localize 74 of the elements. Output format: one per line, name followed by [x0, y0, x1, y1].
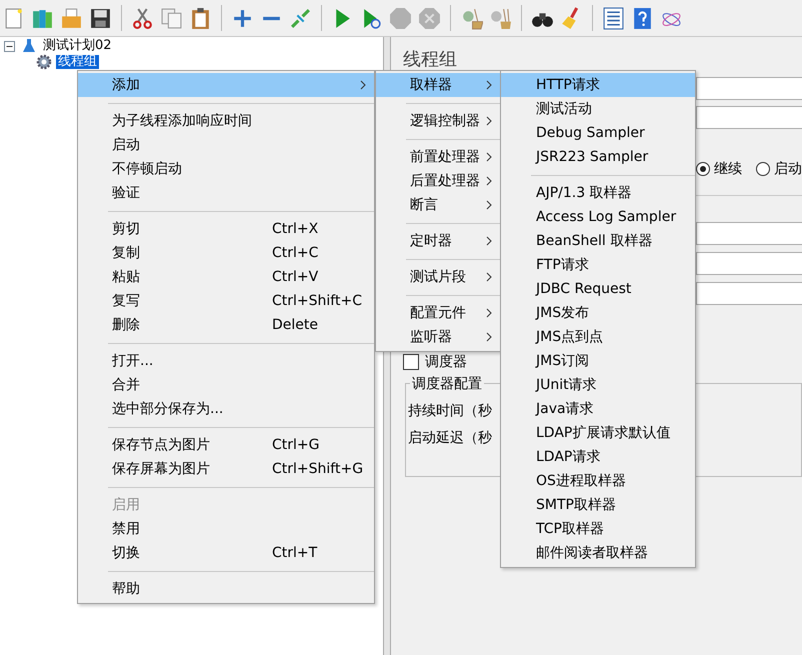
shutdown-icon[interactable]	[418, 6, 441, 30]
menu-item[interactable]: 验证	[78, 181, 374, 205]
menu-item[interactable]: 定时器	[376, 229, 500, 253]
menu-item[interactable]: 监听器	[376, 325, 500, 349]
toggle-icon[interactable]	[289, 6, 312, 30]
menu-item[interactable]: Java请求	[501, 397, 695, 421]
menu-item[interactable]: 切换 Ctrl+T	[78, 541, 374, 565]
menu-item[interactable]: 配置元件	[376, 301, 500, 325]
menu-item[interactable]: 断言	[376, 193, 500, 217]
menu-item[interactable]: JMS订阅	[501, 349, 695, 373]
menu-item[interactable]: 后置处理器	[376, 169, 500, 193]
menu-item[interactable]: 取样器	[376, 73, 500, 97]
menu-item[interactable]: OS进程取样器	[501, 469, 695, 493]
menu-item[interactable]: HTTP请求	[501, 73, 695, 97]
open-folder-icon[interactable]	[60, 6, 83, 30]
menu-item[interactable]: 邮件阅读者取样器	[501, 541, 695, 565]
menu-item[interactable]: 合并	[78, 373, 374, 397]
cut-icon[interactable]	[131, 6, 154, 30]
paste-icon[interactable]	[189, 6, 212, 30]
field-label: 持续时间（秒	[408, 402, 492, 420]
checkbox-label: 调度器	[425, 353, 467, 371]
tree-item[interactable]: 测试计划02	[41, 39, 114, 53]
group-title: 调度器配置	[410, 375, 484, 393]
checkbox[interactable]	[403, 354, 419, 370]
radio-option[interactable]: 启动	[756, 160, 802, 178]
menu-item[interactable]: 删除 Delete	[78, 313, 374, 337]
menu-item[interactable]: BeanShell 取样器	[501, 229, 695, 253]
menu-item[interactable]: 禁用	[78, 517, 374, 541]
menu-item[interactable]: SMTP取样器	[501, 493, 695, 517]
save-icon[interactable]	[89, 6, 112, 30]
menu-item[interactable]: Access Log Sampler	[501, 205, 695, 229]
menu-item[interactable]: 逻辑控制器	[376, 109, 500, 133]
menu-item[interactable]: 为子线程添加响应时间	[78, 109, 374, 133]
menu-item[interactable]: 粘贴 Ctrl+V	[78, 265, 374, 289]
input-field[interactable]	[696, 252, 802, 275]
menu-item[interactable]: JDBC Request	[501, 277, 695, 301]
menu-item[interactable]: 保存节点为图片 Ctrl+G	[78, 433, 374, 457]
menu-item[interactable]: Debug Sampler	[501, 121, 695, 145]
menu-item[interactable]: 测试片段	[376, 265, 500, 289]
menu-item[interactable]: TCP取样器	[501, 517, 695, 541]
menu-item[interactable]: 打开...	[78, 349, 374, 373]
panel-title: 线程组	[403, 48, 458, 71]
menu-item[interactable]: 启动	[78, 133, 374, 157]
menu-item[interactable]: AJP/1.3 取样器	[501, 181, 695, 205]
input-field[interactable]	[696, 282, 802, 305]
help-icon[interactable]	[631, 6, 654, 30]
flask-icon	[21, 38, 37, 54]
input-field[interactable]	[696, 106, 802, 129]
gear-icon	[36, 54, 52, 70]
field-label: 启动延迟（秒	[408, 429, 492, 447]
menu-item[interactable]: JMS发布	[501, 301, 695, 325]
menu-item[interactable]: LDAP扩展请求默认值	[501, 421, 695, 445]
menu-item[interactable]: 不停顿启动	[78, 157, 374, 181]
menu-item[interactable]: JSR223 Sampler	[501, 145, 695, 169]
menu-item[interactable]: 复写 Ctrl+Shift+C	[78, 289, 374, 313]
input-field[interactable]	[696, 222, 802, 245]
menu-item[interactable]: 前置处理器	[376, 145, 500, 169]
menu-item[interactable]: JUnit请求	[501, 373, 695, 397]
menu-item[interactable]: FTP请求	[501, 253, 695, 277]
menu-item[interactable]: 帮助	[78, 577, 374, 601]
menu-item[interactable]: 复制 Ctrl+C	[78, 241, 374, 265]
tree-item[interactable]: 线程组	[56, 55, 99, 69]
menu-item[interactable]: 添加	[78, 73, 374, 97]
copy-icon[interactable]	[160, 6, 183, 30]
list-icon[interactable]	[602, 6, 625, 30]
menu-item[interactable]: LDAP请求	[501, 445, 695, 469]
menu-item[interactable]: JMS点到点	[501, 325, 695, 349]
menu-item[interactable]: 选中部分保存为...	[78, 397, 374, 421]
menu-item[interactable]: 保存屏幕为图片 Ctrl+Shift+G	[78, 457, 374, 481]
stop-icon[interactable]	[389, 6, 412, 30]
menu-item[interactable]: 剪切 Ctrl+X	[78, 217, 374, 241]
collapse-icon[interactable]	[4, 40, 15, 52]
menu-item[interactable]: 测试活动	[501, 97, 695, 121]
input-field[interactable]	[696, 77, 802, 100]
